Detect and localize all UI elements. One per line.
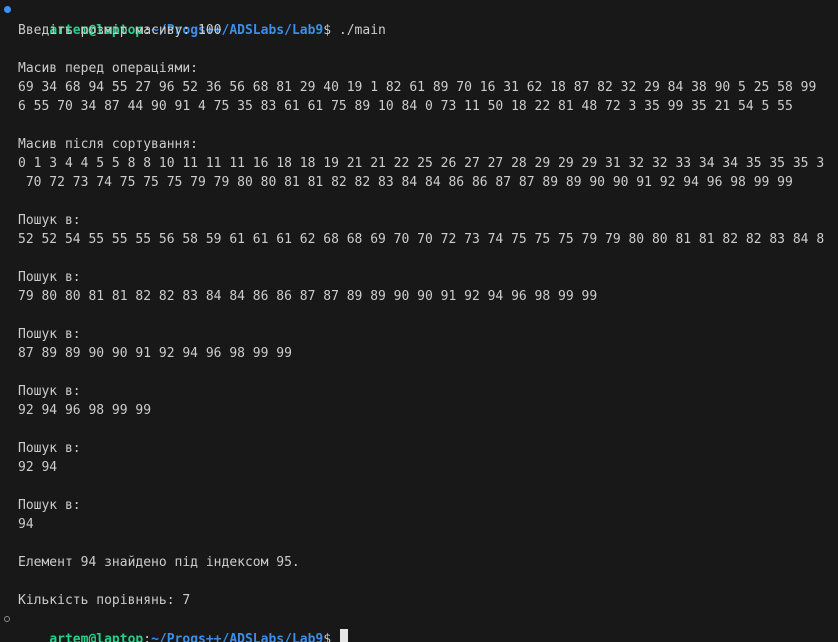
before-array-line-1: 69 34 68 94 55 27 96 52 36 56 68 81 29 4… xyxy=(18,80,817,95)
text-cursor[interactable] xyxy=(339,629,348,642)
command-text: ./main xyxy=(331,23,386,38)
found-result: Елемент 94 знайдено під індексом 95. xyxy=(18,555,300,570)
sorted-array-line-2: 70 72 73 74 75 75 75 79 79 80 80 81 81 8… xyxy=(18,175,793,190)
command-success-marker-icon[interactable] xyxy=(4,6,11,13)
search-step-title: Пошук в: xyxy=(18,498,81,513)
search-step-values: 87 89 89 90 90 91 92 94 96 98 99 99 xyxy=(18,346,292,361)
terminal-window[interactable]: artem@laptop:~/Progs++/ADSLabs/Lab9$ ./m… xyxy=(0,0,838,642)
search-step-title: Пошук в: xyxy=(18,213,81,228)
search-step-values: 52 52 54 55 55 55 56 58 59 61 61 61 62 6… xyxy=(18,232,825,247)
comparisons-count: Кількість порівнянь: 7 xyxy=(18,593,191,608)
command-pending-marker-icon[interactable] xyxy=(4,616,10,622)
search-step-title: Пошук в: xyxy=(18,384,81,399)
search-step-title: Пошук в: xyxy=(18,327,81,342)
size-prompt-output: Введіть розмір масиву: 100 xyxy=(18,23,222,38)
user-host: artem@laptop xyxy=(49,632,144,642)
search-step-title: Пошук в: xyxy=(18,441,81,456)
search-step-values: 92 94 xyxy=(18,460,58,475)
before-array-title: Масив перед операціями: xyxy=(18,61,199,76)
search-step-values: 92 94 96 98 99 99 xyxy=(18,403,152,418)
sorted-array-title: Масив після сортування: xyxy=(18,137,199,152)
working-directory: ~/Progs++/ADSLabs/Lab9 xyxy=(151,632,324,642)
search-step-values: 94 xyxy=(18,517,34,532)
before-array-line-2: 6 55 70 34 87 44 90 91 4 75 35 83 61 61 … xyxy=(18,99,793,114)
search-step-title: Пошук в: xyxy=(18,270,81,285)
command-prompt-line: artem@laptop:~/Progs++/ADSLabs/Lab9$ ./m… xyxy=(49,23,386,38)
active-prompt-line[interactable]: artem@laptop:~/Progs++/ADSLabs/Lab9$ xyxy=(18,610,348,642)
search-step-values: 79 80 80 81 81 82 82 83 84 84 86 86 87 8… xyxy=(18,289,598,304)
sorted-array-line-1: 0 1 3 4 4 5 5 8 8 10 11 11 11 16 18 18 1… xyxy=(18,156,825,171)
